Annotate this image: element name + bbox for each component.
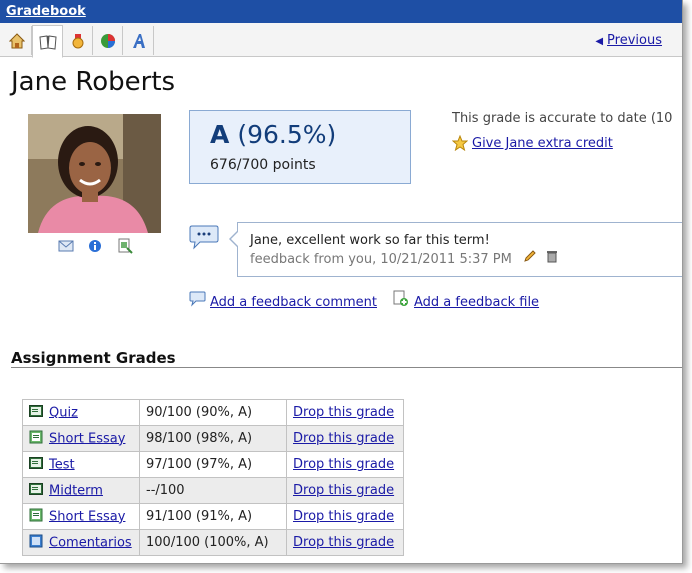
assignment-grade: 90/100 (90%, A) [139,399,287,426]
assignment-cell: Short Essay [22,503,140,530]
student-name: Jane Roberts [11,67,176,97]
feedback-meta: feedback from you, 10/21/2011 5:37 PM [250,252,512,267]
assignment-cell: Test [22,451,140,478]
previous-link[interactable]: ◀ Previous [595,33,662,48]
grade-percent: (96.5%) [237,120,337,149]
assignment-link[interactable]: Short Essay [49,509,125,524]
extra-credit-link[interactable]: Give Jane extra credit [472,136,613,151]
essay-icon [29,430,43,448]
table-row: Midterm --/100 Drop this grade [22,477,404,504]
assignment-grade: 100/100 (100%, A) [139,529,287,556]
assignment-grade: --/100 [139,477,287,504]
table-row: Comentarios 100/100 (100%, A) Drop this gr… [22,529,404,556]
trash-icon[interactable] [546,248,558,267]
drop-grade-link[interactable]: Drop this grade [286,477,404,504]
home-icon [8,32,25,48]
assignment-link[interactable]: Quiz [49,405,78,420]
drop-grade-link[interactable]: Drop this grade [286,503,404,530]
assignment-link[interactable]: Short Essay [49,431,125,446]
grade-display: A (96.5%) [210,120,336,149]
tab-reports[interactable] [93,26,123,55]
add-feedback-file-link[interactable]: Add a feedback file [414,295,539,310]
assignment-grades-heading: Assignment Grades [11,349,176,367]
triangle-left-icon: ◀ [595,36,604,47]
drop-grade-link[interactable]: Drop this grade [286,425,404,452]
email-icon[interactable] [58,238,74,254]
table-row: Quiz 90/100 (90%, A) Drop this grade [22,399,404,426]
previous-label: Previous [607,33,662,48]
assignment-cell: Quiz [22,399,140,426]
table-row: Short Essay 91/100 (91%, A) Drop this grad… [22,503,404,530]
book-icon [38,34,57,50]
table-row: Short Essay 98/100 (98%, A) Drop this grad… [22,425,404,452]
medal-icon [72,33,83,48]
forum-icon [29,534,43,552]
feedback-pointer-inner [231,232,238,246]
grade-letter: A [210,120,230,149]
assignment-cell: Midterm [22,477,140,504]
comment-icon [189,291,206,311]
tab-gradebook[interactable] [32,25,63,58]
essay-icon [29,508,43,526]
quiz-icon [29,404,43,421]
feedback-box: Jane, excellent work so far this term! f… [237,222,682,277]
assignment-link[interactable]: Test [49,457,75,472]
quiz-icon [29,482,43,499]
feedback-bubble-icon [189,224,219,254]
feedback-actions [523,248,558,267]
export-icon[interactable] [117,238,133,254]
feedback-text: Jane, excellent work so far this term! [250,233,490,248]
tab-awards[interactable] [63,26,93,55]
assignment-cell: Comentarios [22,529,140,556]
student-photo [28,114,161,233]
add-file-icon [392,290,409,311]
table-row: Test 97/100 (97%, A) Drop this grade [22,451,404,478]
assignment-grades-table: Quiz 90/100 (90%, A) Drop this grade Short … [22,399,404,556]
page-tear-edge [0,560,682,563]
assignment-cell: Short Essay [22,425,140,452]
info-icon[interactable] [88,238,104,254]
tab-letter-grades[interactable] [124,26,154,55]
tab-home[interactable] [2,26,32,55]
assignment-grade: 98/100 (98%, A) [139,425,287,452]
add-feedback-comment-link[interactable]: Add a feedback comment [210,295,377,310]
drop-grade-link[interactable]: Drop this grade [286,399,404,426]
pie-chart-icon [100,33,115,48]
window-title-link[interactable]: Gradebook [6,4,86,19]
assignment-link[interactable]: Midterm [49,483,103,498]
drop-grade-link[interactable]: Drop this grade [286,529,404,556]
grade-accuracy-note: This grade is accurate to date (10 [452,111,673,126]
letter-a-icon [132,33,145,48]
pencil-icon[interactable] [523,248,537,267]
quiz-icon [29,456,43,473]
star-icon [451,134,469,155]
section-divider [11,367,682,368]
gradebook-window: Gradebook ◀ Previous Jane Roberts A (96.… [0,0,683,564]
drop-grade-link[interactable]: Drop this grade [286,451,404,478]
grade-points: 676/700 points [210,157,316,173]
grade-summary-box: A (96.5%) 676/700 points [189,110,411,184]
title-bar: Gradebook [0,0,682,23]
assignment-grade: 91/100 (91%, A) [139,503,287,530]
assignment-link[interactable]: Comentarios [49,535,132,550]
toolbar: ◀ Previous [0,23,682,58]
assignment-grade: 97/100 (97%, A) [139,451,287,478]
